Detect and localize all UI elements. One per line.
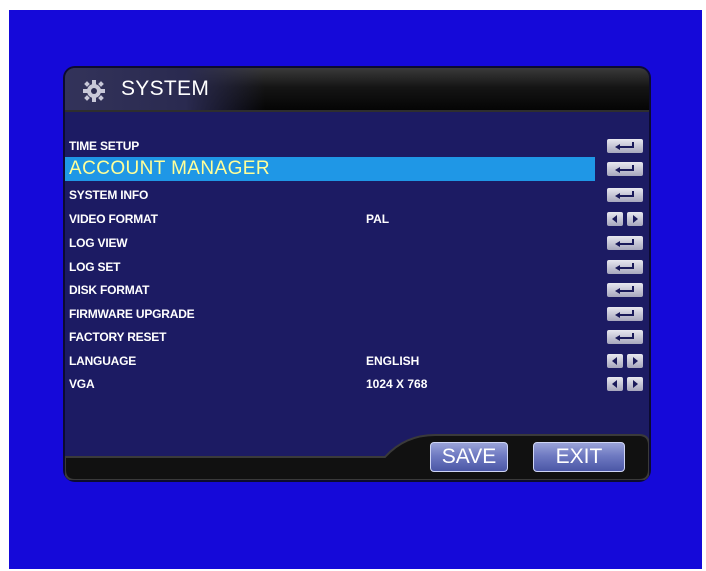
menu-item-label: SYSTEM INFO <box>69 188 149 202</box>
menu-item-control <box>607 139 643 153</box>
menu-item-value: PAL <box>366 212 390 226</box>
exit-button[interactable]: EXIT <box>533 442 625 472</box>
menu-item-label: VIDEO FORMAT <box>69 212 158 226</box>
title-bar: SYSTEM <box>65 68 649 112</box>
gear-icon <box>83 80 105 102</box>
menu-item-label: VGA <box>69 377 95 391</box>
enter-icon[interactable] <box>607 283 643 297</box>
menu-item-label: DISK FORMAT <box>69 283 150 297</box>
enter-icon[interactable] <box>607 307 643 321</box>
menu-item-control <box>607 330 643 344</box>
footer-bar: SAVE EXIT <box>65 430 649 480</box>
menu-item-control <box>607 307 643 321</box>
menu-item-control <box>607 236 643 250</box>
enter-icon[interactable] <box>607 260 643 274</box>
menu-item-time-setup[interactable]: TIME SETUP <box>65 136 595 156</box>
menu-item-language[interactable]: LANGUAGE ENGLISH <box>65 351 595 371</box>
menu-item-label: LOG VIEW <box>69 236 128 250</box>
menu-item-control <box>607 212 643 226</box>
arrow-left-icon[interactable] <box>607 377 623 391</box>
menu-item-factory-reset[interactable]: FACTORY RESET <box>65 327 595 347</box>
enter-icon[interactable] <box>607 330 643 344</box>
arrow-left-icon[interactable] <box>607 212 623 226</box>
menu-item-label: ACCOUNT MANAGER <box>69 158 270 179</box>
enter-icon[interactable] <box>607 236 643 250</box>
menu-item-label: FIRMWARE UPGRADE <box>69 307 195 321</box>
menu-item-label: FACTORY RESET <box>69 330 167 344</box>
arrow-left-icon[interactable] <box>607 354 623 368</box>
screen-background: SYSTEM TIME SETUP ACCOUNT MANAGER SYSTEM I… <box>9 10 702 569</box>
enter-icon[interactable] <box>607 188 643 202</box>
arrow-right-icon[interactable] <box>627 354 643 368</box>
menu-item-control <box>607 188 643 202</box>
menu-item-control <box>607 162 643 176</box>
enter-icon[interactable] <box>607 139 643 153</box>
menu-item-system-info[interactable]: SYSTEM INFO <box>65 185 595 205</box>
menu-item-vga[interactable]: VGA 1024 X 768 <box>65 374 595 394</box>
system-menu-window: SYSTEM TIME SETUP ACCOUNT MANAGER SYSTEM I… <box>65 68 649 480</box>
menu-item-label: LANGUAGE <box>69 354 137 368</box>
arrow-right-icon[interactable] <box>627 212 643 226</box>
menu-item-label: LOG SET <box>69 260 121 274</box>
enter-icon[interactable] <box>607 162 643 176</box>
menu-item-log-set[interactable]: LOG SET <box>65 257 595 277</box>
menu-item-control <box>607 354 643 368</box>
arrow-right-icon[interactable] <box>627 377 643 391</box>
menu-item-control <box>607 260 643 274</box>
menu-item-account-manager[interactable]: ACCOUNT MANAGER <box>65 157 595 181</box>
menu-item-label: TIME SETUP <box>69 139 140 153</box>
menu-item-firmware-upgrade[interactable]: FIRMWARE UPGRADE <box>65 304 595 324</box>
menu-item-log-view[interactable]: LOG VIEW <box>65 233 595 253</box>
menu-item-disk-format[interactable]: DISK FORMAT <box>65 280 595 300</box>
save-button[interactable]: SAVE <box>430 442 508 472</box>
menu-item-control <box>607 377 643 391</box>
menu-item-value: 1024 X 768 <box>366 377 428 391</box>
window-title: SYSTEM <box>121 77 210 100</box>
menu-item-video-format[interactable]: VIDEO FORMAT PAL <box>65 209 595 229</box>
menu-item-control <box>607 283 643 297</box>
menu-item-value: ENGLISH <box>366 354 420 368</box>
